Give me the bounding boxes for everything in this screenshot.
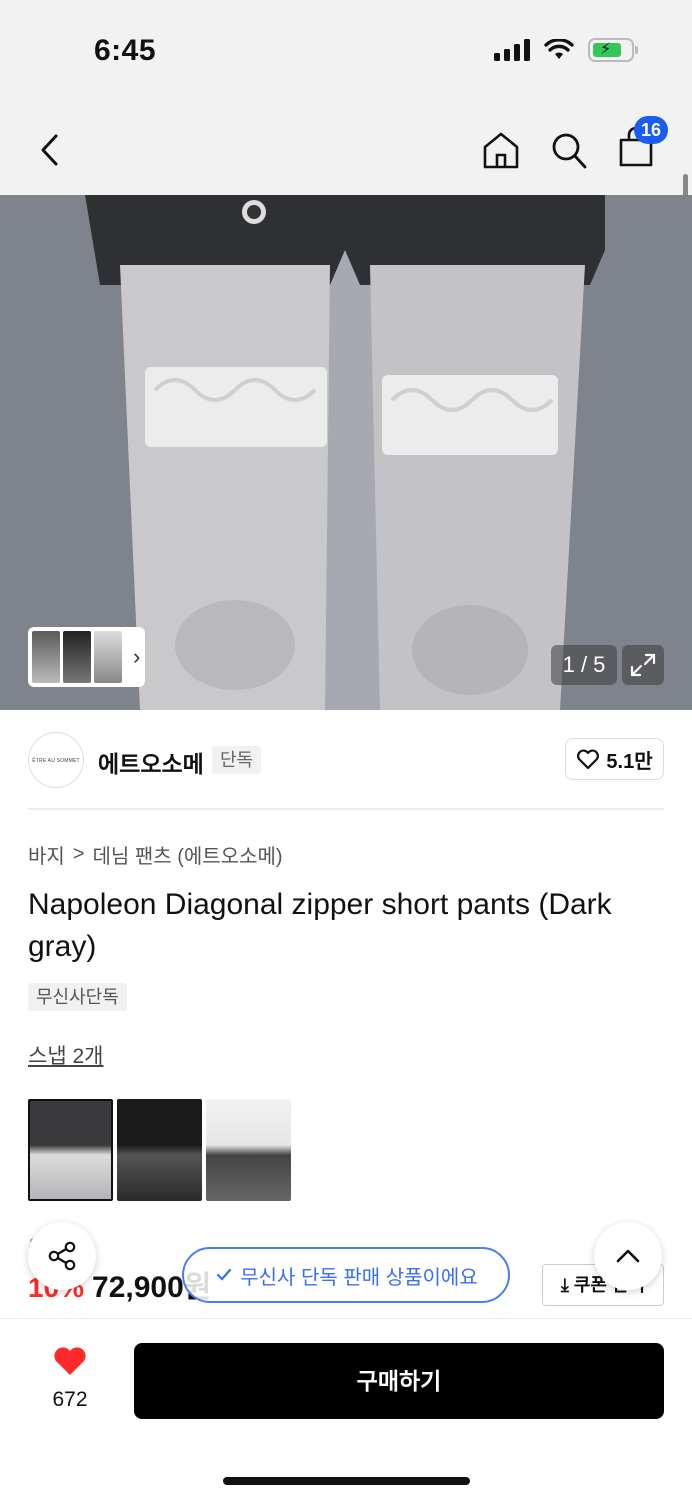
product-title: Napoleon Diagonal zipper short pants (Da… bbox=[28, 888, 612, 963]
share-button[interactable] bbox=[28, 1222, 96, 1290]
brand-logo[interactable]: ÊTRE AU SOMMET bbox=[28, 732, 84, 788]
breadcrumb-subcategory[interactable]: 데님 팬츠 (에트오소메) bbox=[93, 840, 283, 869]
wifi-icon bbox=[544, 39, 574, 59]
thumbnail-image bbox=[63, 631, 91, 683]
header-actions: 16 bbox=[482, 116, 668, 173]
scroll-to-top-button[interactable] bbox=[594, 1222, 662, 1290]
top-bar: 6:45 ⚡ 16 bbox=[0, 0, 692, 195]
snap-link[interactable]: 스냅 2개 bbox=[28, 1040, 103, 1070]
search-icon[interactable] bbox=[550, 130, 588, 170]
divider bbox=[28, 808, 664, 810]
check-icon bbox=[217, 1268, 232, 1281]
brand-name[interactable]: 에트오소메 bbox=[98, 745, 204, 779]
toast-text: 무신사 단독 판매 상품이에요 bbox=[240, 1266, 478, 1289]
battery-icon: ⚡ bbox=[588, 38, 638, 62]
color-option-black[interactable] bbox=[117, 1099, 202, 1201]
thumbnail-image bbox=[32, 631, 60, 683]
bottom-action-bar: 672 구매하기 bbox=[0, 1318, 692, 1500]
status-icons: ⚡ bbox=[494, 38, 638, 62]
buy-button[interactable]: 구매하기 bbox=[134, 1343, 664, 1419]
expand-icon[interactable] bbox=[622, 645, 664, 685]
gallery-page-counter: 1 / 5 bbox=[551, 645, 617, 685]
brand-like-button[interactable]: 5.1만 bbox=[565, 738, 664, 780]
wishlist-count: 672 bbox=[52, 1388, 88, 1411]
breadcrumb-separator: > bbox=[72, 843, 85, 865]
cart-button[interactable]: 16 bbox=[618, 116, 668, 173]
home-indicator bbox=[223, 1477, 470, 1485]
chevron-up-icon bbox=[616, 1249, 640, 1263]
brand-like-count: 5.1만 bbox=[606, 750, 653, 773]
color-option-white[interactable] bbox=[206, 1099, 291, 1201]
color-options bbox=[28, 1099, 291, 1201]
cart-count-badge: 16 bbox=[634, 116, 668, 144]
wishlist-button[interactable]: 672 bbox=[36, 1345, 104, 1412]
heart-outline-icon bbox=[577, 749, 600, 770]
breadcrumb-category[interactable]: 바지 bbox=[28, 840, 65, 869]
color-option-dark-gray[interactable] bbox=[28, 1099, 113, 1201]
cellular-signal-icon bbox=[494, 39, 530, 61]
exclusive-badge: 무신사단독 bbox=[28, 983, 127, 1011]
product-image-gallery[interactable]: › 1 / 5 bbox=[0, 195, 692, 710]
chevron-right-icon: › bbox=[133, 644, 141, 669]
exclusive-toast: 무신사 단독 판매 상품이에요 bbox=[182, 1247, 510, 1303]
share-icon bbox=[48, 1241, 76, 1271]
home-icon[interactable] bbox=[482, 130, 520, 170]
brand-exclusive-tag: 단독 bbox=[212, 746, 262, 774]
breadcrumb: 바지 > 데님 팬츠 (에트오소메) bbox=[28, 840, 283, 869]
gallery-thumbnail-strip[interactable]: › bbox=[28, 627, 145, 687]
status-time: 6:45 bbox=[94, 34, 157, 67]
back-arrow-icon[interactable] bbox=[30, 128, 70, 172]
brand-row: ÊTRE AU SOMMET 에트오소메 단독 5.1만 bbox=[28, 732, 664, 788]
thumbnail-image bbox=[94, 631, 122, 683]
heart-filled-icon bbox=[54, 1347, 86, 1375]
download-icon: ⤓ bbox=[560, 1275, 569, 1295]
